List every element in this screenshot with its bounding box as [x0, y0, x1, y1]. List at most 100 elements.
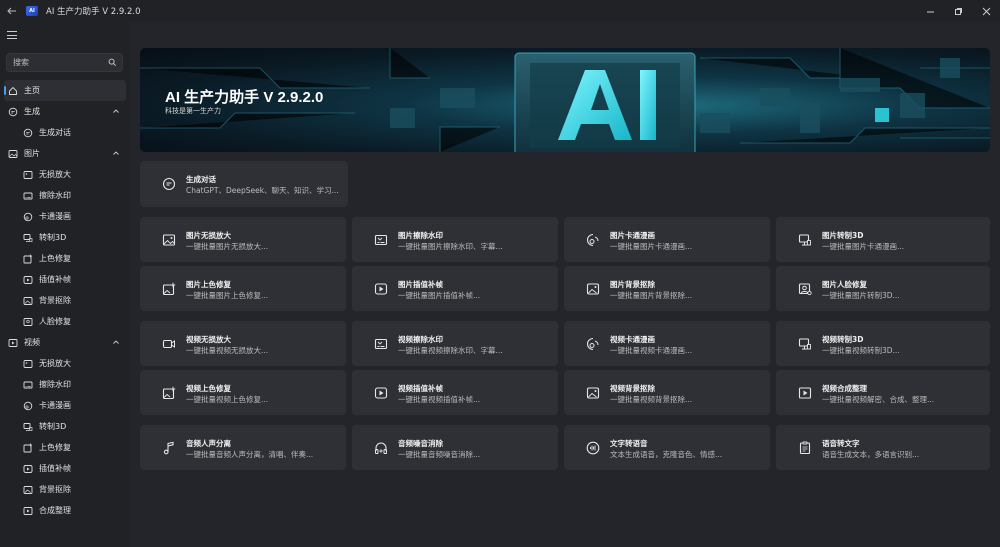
card-image-interp[interactable]: 图片插值补帧 一键批量图片插值补帧... [352, 266, 558, 311]
nav-home-label: 主页 [24, 86, 40, 95]
card-video-interp[interactable]: 视频插值补帧 一键批量视频插值补帧... [352, 370, 558, 415]
nav-image-bg[interactable]: 背景抠除 [0, 290, 130, 311]
card-video-bg[interactable]: 视频背景抠除 一键批量视频背景抠除... [564, 370, 770, 415]
card-audio-denoise[interactable]: 音频噪音消除 一键批量音频噪音消除... [352, 425, 558, 470]
image-plus-icon [162, 386, 176, 399]
nav-video-upscale[interactable]: 无损放大 [0, 353, 130, 374]
nav-group-video[interactable]: 视频 [0, 332, 130, 353]
nav-image-colorize[interactable]: 上色修复 [0, 248, 130, 269]
maximize-button[interactable] [944, 0, 972, 22]
chevron-up-icon[interactable] [112, 338, 120, 346]
card-title: 视频上色修复 [186, 384, 231, 393]
nav-generate-chat[interactable]: 生成对话 [0, 122, 130, 143]
card-desc: 一键批量视频转制3D... [822, 346, 900, 355]
video-camera-icon [162, 339, 175, 348]
card-video-colorize[interactable]: 视频上色修复 一键批量视频上色修复... [140, 370, 346, 415]
search-box[interactable] [6, 53, 123, 72]
play-box-icon [23, 464, 33, 473]
minimize-button[interactable] [916, 0, 944, 22]
card-image-cartoon[interactable]: 图片卡通漫画 一键批量图片卡通漫画... [564, 217, 770, 262]
nav-image-3d-label: 转制3D [39, 233, 67, 242]
nav-generate-chat-label: 生成对话 [39, 128, 71, 137]
cube-icon [23, 233, 33, 242]
hero-banner: AI 生产力助手 V 2.9.2.0 科技是第一生产力 [140, 48, 990, 152]
card-desc: 一键批量视频无损放大... [186, 346, 269, 355]
nav-video-bg[interactable]: 背景抠除 [0, 479, 130, 500]
headphones-icon [375, 442, 387, 454]
nav-video-merge[interactable]: 合成整理 [0, 500, 130, 521]
card-image-face[interactable]: 图片人脸修复 一键批量图片转制3D... [776, 266, 990, 311]
nav-image-watermark[interactable]: 擦除水印 [0, 185, 130, 206]
title-bar: AI AI 生产力助手 V 2.9.2.0 [0, 0, 1000, 22]
nav-image-3d[interactable]: 转制3D [0, 227, 130, 248]
image-icon [162, 233, 176, 246]
chevron-up-icon[interactable] [112, 149, 120, 157]
chevron-up-icon[interactable] [112, 107, 120, 115]
nav-video-colorize[interactable]: 上色修复 [0, 437, 130, 458]
card-title: 图片卡通漫画 [610, 231, 655, 240]
card-image-upscale[interactable]: 图片无损放大 一键批量图片无损放大... [140, 217, 346, 262]
main-content: AI 生产力助手 V 2.9.2.0 科技是第一生产力 生成对话 ChatGPT… [130, 22, 1000, 547]
chat-bubble-icon [162, 177, 176, 191]
sidebar: 主页 生成 生成对话 图片 无损放大 擦除水印 卡通漫画 转制3D 上色修复 插… [0, 22, 130, 547]
card-audio-separate[interactable]: 音频人声分离 一键批量音频人声分离，清唱、伴奏... [140, 425, 346, 470]
watermark-icon [374, 234, 388, 245]
card-title: 图片上色修复 [186, 280, 231, 289]
card-desc: ChatGPT、DeepSeek、聊天、知识、学习... [186, 186, 339, 195]
card-video-watermark[interactable]: 视频擦除水印 一键批量视频擦除水印、字幕... [352, 321, 558, 366]
card-desc: 一键批量图片无损放大... [186, 242, 269, 251]
close-button[interactable] [972, 0, 1000, 22]
nav-image-face-label: 人脸修复 [39, 317, 71, 326]
card-desc: 一键批量视频插值补帧... [398, 395, 481, 404]
card-title: 音频噪音消除 [398, 439, 443, 448]
chat-bubble-icon [23, 128, 33, 137]
search-input[interactable] [13, 58, 103, 67]
nav-video-upscale-label: 无损放大 [39, 359, 71, 368]
nav-group-generate[interactable]: 生成 [0, 101, 130, 122]
music-note-icon [163, 441, 174, 454]
image-cutout-icon [23, 485, 33, 494]
nav-video-interp[interactable]: 插值补帧 [0, 458, 130, 479]
card-text-to-speech[interactable]: 文字转语音 文本生成语音，克隆音色、情感... [564, 425, 770, 470]
menu-toggle-icon[interactable] [7, 31, 17, 39]
card-video-cartoon[interactable]: 视频卡通漫画 一键批量视频卡通漫画... [564, 321, 770, 366]
nav-home[interactable]: 主页 [4, 80, 126, 101]
nav-group-image[interactable]: 图片 [0, 143, 130, 164]
nav-image-face[interactable]: 人脸修复 [0, 311, 130, 332]
card-image-watermark[interactable]: 图片擦除水印 一键批量图片擦除水印、字幕... [352, 217, 558, 262]
palette-icon [23, 401, 33, 410]
card-image-3d[interactable]: 图片转制3D 一键批量图片卡通漫画... [776, 217, 990, 262]
card-title: 图片擦除水印 [398, 231, 443, 240]
image-plus-icon [23, 443, 32, 452]
card-desc: 语音生成文本，多语言识别... [822, 450, 920, 459]
card-video-3d[interactable]: 视频转制3D 一键批量视频转制3D... [776, 321, 990, 366]
card-image-bg[interactable]: 图片背景抠除 一键批量图片背景抠除... [564, 266, 770, 311]
monitor-3d-icon [798, 337, 811, 349]
card-title: 视频卡通漫画 [610, 335, 655, 344]
back-button[interactable] [0, 0, 24, 22]
nav-image-interp[interactable]: 插值补帧 [0, 269, 130, 290]
card-title: 文字转语音 [610, 439, 648, 448]
watermark-icon [23, 192, 33, 199]
nav-video-cartoon[interactable]: 卡通漫画 [0, 395, 130, 416]
card-desc: 一键批量图片上色修复... [186, 291, 269, 300]
nav-video-watermark[interactable]: 擦除水印 [0, 374, 130, 395]
nav-image-watermark-label: 擦除水印 [39, 191, 71, 200]
card-title: 生成对话 [186, 175, 216, 184]
card-video-merge[interactable]: 视频合成整理 一键批量视频解密、合成、整理... [776, 370, 990, 415]
card-speech-to-text[interactable]: 语音转文字 语音生成文本，多语言识别... [776, 425, 990, 470]
nav-group-video-label: 视频 [24, 338, 40, 347]
card-video-upscale[interactable]: 视频无损放大 一键批量视频无损放大... [140, 321, 346, 366]
watermark-icon [23, 381, 33, 388]
card-generate-chat[interactable]: 生成对话 ChatGPT、DeepSeek、聊天、知识、学习... [140, 161, 348, 207]
search-icon[interactable] [108, 58, 117, 67]
nav-image-upscale[interactable]: 无损放大 [0, 164, 130, 185]
minimize-icon [926, 11, 934, 12]
arrow-left-icon [7, 7, 16, 15]
image-icon [8, 149, 18, 158]
card-image-colorize[interactable]: 图片上色修复 一键批量图片上色修复... [140, 266, 346, 311]
nav-video-3d[interactable]: 转制3D [0, 416, 130, 437]
nav-image-cartoon-label: 卡通漫画 [39, 212, 71, 221]
nav-image-cartoon[interactable]: 卡通漫画 [0, 206, 130, 227]
play-box-icon [798, 386, 812, 399]
